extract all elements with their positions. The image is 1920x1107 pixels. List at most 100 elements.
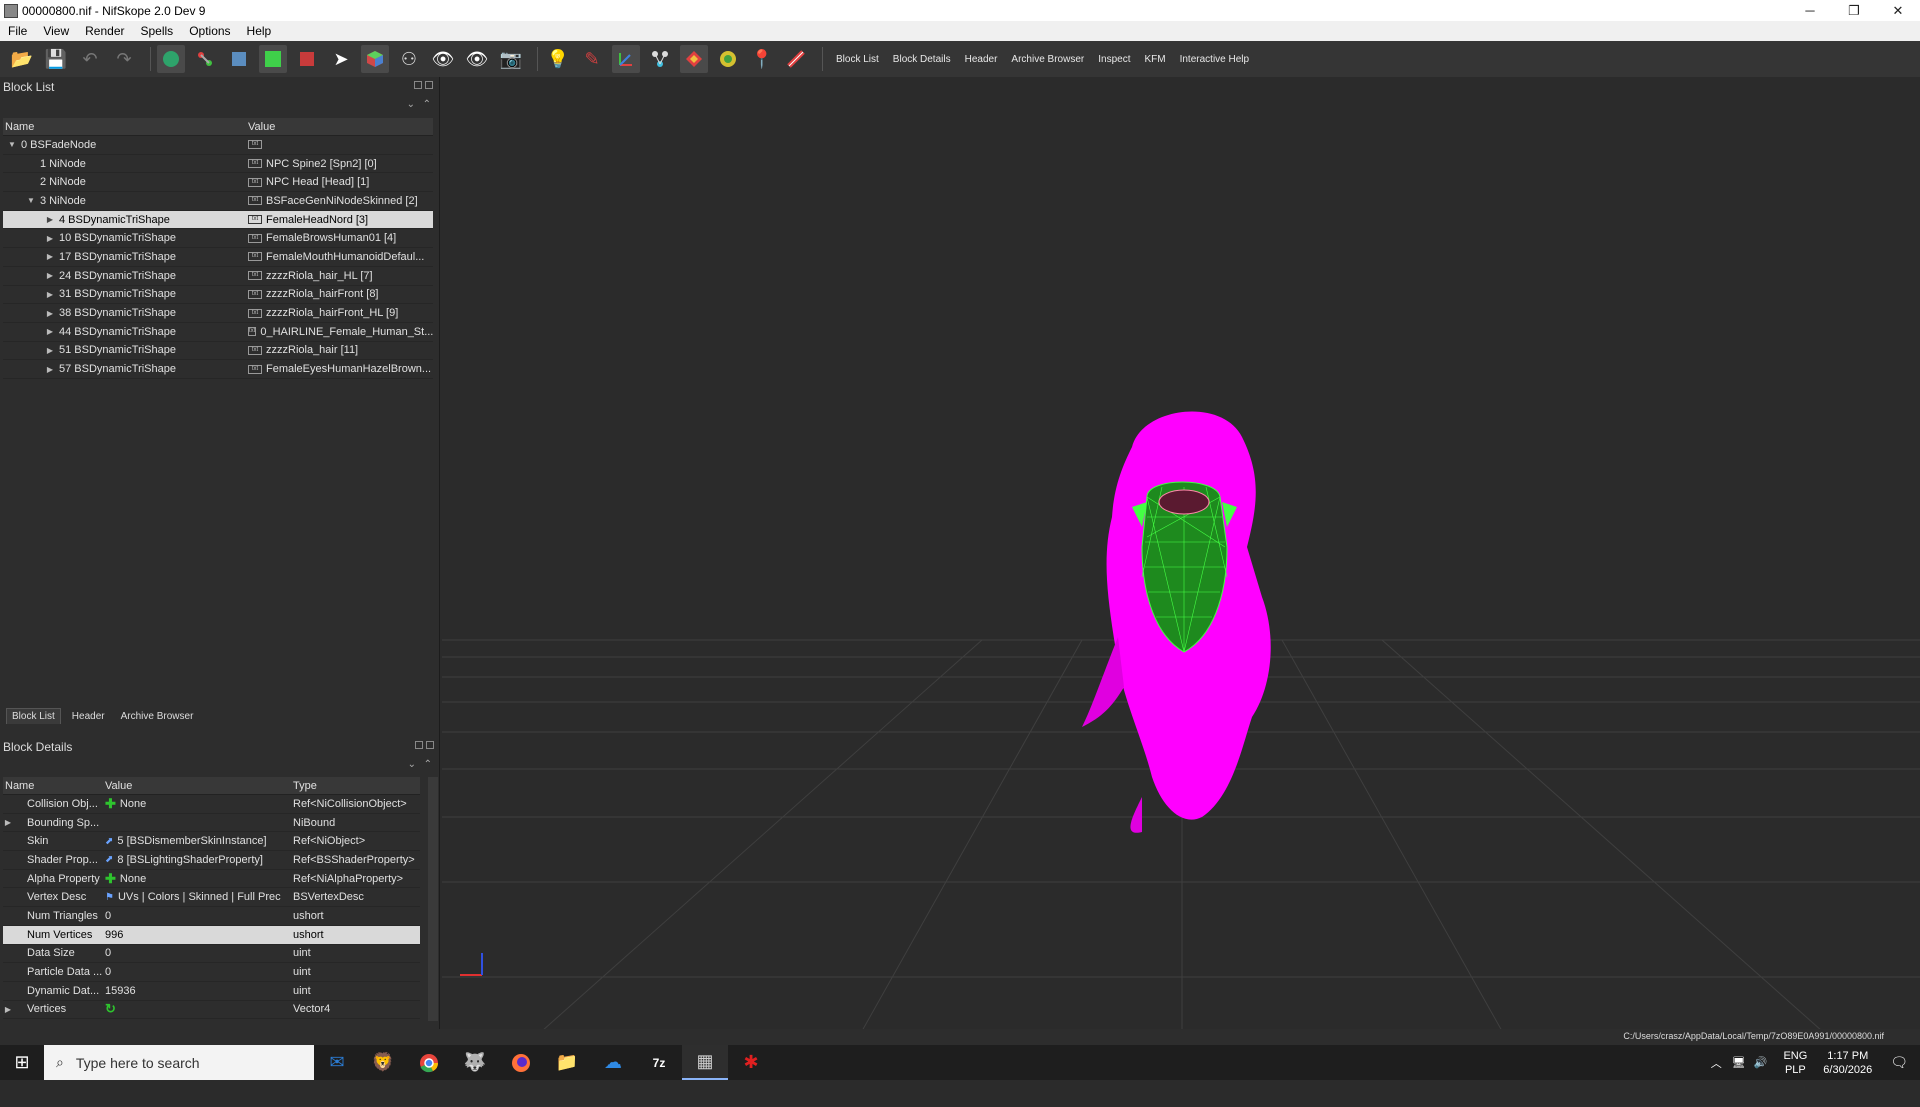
render-viewport[interactable] xyxy=(442,77,1920,1031)
expand-arrow-icon[interactable]: ▶ xyxy=(45,215,55,224)
view-top-icon[interactable] xyxy=(225,45,253,73)
pointer-icon[interactable]: ➤ xyxy=(327,45,355,73)
tab-archive-browser[interactable]: Archive Browser xyxy=(116,709,199,724)
detail-row-value[interactable]: 996 xyxy=(105,929,293,941)
detail-row-value[interactable]: ⬈ 5 [BSDismemberSkinInstance] xyxy=(105,835,293,847)
column-type[interactable]: Type xyxy=(293,780,420,792)
brush-icon[interactable]: ✎ xyxy=(578,45,606,73)
detail-row[interactable]: Num Vertices 996 ushort xyxy=(3,925,420,945)
collapse-all-icon[interactable]: ⌄ xyxy=(408,759,416,770)
detail-row-value[interactable]: ⬈ 8 [BSLightingShaderProperty] xyxy=(105,854,293,866)
detail-row[interactable]: ▶ Bounding Sp... NiBound xyxy=(3,814,420,833)
view-front-icon[interactable] xyxy=(259,45,287,73)
collapse-arrow-icon[interactable]: ▼ xyxy=(26,196,36,205)
detail-row[interactable]: Dynamic Dat... 15936 uint xyxy=(3,982,420,1001)
restore-icon[interactable]: ❐ xyxy=(1832,0,1876,21)
tree-row[interactable]: ▼ 0 BSFadeNode txt xyxy=(3,136,433,155)
tree-row[interactable]: ▶ 10 BSDynamicTriShape txt FemaleBrowsHuman… xyxy=(3,229,433,249)
expand-arrow-icon[interactable]: ▶ xyxy=(45,346,55,355)
expand-arrow-icon[interactable]: ▶ xyxy=(3,818,13,827)
detail-row[interactable]: Data Size 0 uint xyxy=(3,945,420,964)
undo-icon[interactable]: ↶ xyxy=(76,45,104,73)
textures-icon[interactable] xyxy=(714,45,742,73)
bone-icon[interactable] xyxy=(191,45,219,73)
marker-icon[interactable]: 📍 xyxy=(748,45,776,73)
column-value[interactable]: Value xyxy=(248,121,433,133)
column-name[interactable]: Name xyxy=(3,121,248,133)
notifications-icon[interactable]: 🗨 xyxy=(1890,1054,1908,1071)
detail-row[interactable]: Vertex Desc ⚑ UVs | Colors | Skinned | Ful… xyxy=(3,888,420,908)
toolbar-kfm[interactable]: KFM xyxy=(1137,54,1172,65)
wolf-app-icon[interactable]: 🐺 xyxy=(452,1045,498,1080)
lighting-icon[interactable]: 💡 xyxy=(544,45,572,73)
detail-row[interactable]: Shader Prop... ⬈ 8 [BSLightingShaderProper… xyxy=(3,851,420,870)
expand-arrow-icon[interactable]: ▶ xyxy=(45,365,55,374)
skeleton-icon[interactable] xyxy=(646,45,674,73)
details-scrollbar[interactable] xyxy=(428,777,438,1021)
dock-close-icon[interactable] xyxy=(425,81,433,89)
detail-row-value[interactable]: 0 xyxy=(105,910,293,922)
close-icon[interactable]: ✕ xyxy=(1876,0,1920,21)
taskbar-search[interactable]: ⌕ Type here to search xyxy=(44,1045,314,1080)
select-object-icon[interactable] xyxy=(157,45,185,73)
detail-row[interactable]: Num Triangles 0 ushort xyxy=(3,907,420,926)
tree-row[interactable]: ▶ 17 BSDynamicTriShape txt FemaleMouthHuman… xyxy=(3,248,433,267)
collision-icon[interactable] xyxy=(782,45,810,73)
outlook-icon[interactable]: ✉ xyxy=(314,1045,360,1080)
axes-icon[interactable] xyxy=(612,45,640,73)
network-icon[interactable]: 🖥 xyxy=(1732,1056,1746,1069)
expand-arrow-icon[interactable]: ▶ xyxy=(45,234,55,243)
detail-row-value[interactable]: 0 xyxy=(105,947,293,959)
menu-spells[interactable]: Spells xyxy=(133,24,182,38)
taskbar-clock[interactable]: 1:17 PM 6/30/2026 xyxy=(1823,1049,1872,1077)
toolbar-interactive-help[interactable]: Interactive Help xyxy=(1173,54,1256,65)
save-icon[interactable]: 💾 xyxy=(42,45,70,73)
vertex-colors-icon[interactable] xyxy=(680,45,708,73)
menu-help[interactable]: Help xyxy=(239,24,280,38)
detail-row-value[interactable]: 15936 xyxy=(105,985,293,997)
tab-block-list[interactable]: Block List xyxy=(6,708,61,724)
7zip-icon[interactable]: 7z xyxy=(636,1045,682,1080)
dock-close-icon[interactable] xyxy=(426,741,434,749)
menu-view[interactable]: View xyxy=(35,24,77,38)
scene-canvas[interactable] xyxy=(442,77,1920,1031)
detail-row[interactable]: Alpha Property ✚ None Ref<NiAlphaProperty> xyxy=(3,870,420,889)
tray-chevron-icon[interactable]: ︿ xyxy=(1711,1055,1722,1071)
collapse-all-icon[interactable]: ⌄ xyxy=(407,99,415,110)
detail-row[interactable]: Collision Obj... ✚ None Ref<NiCollisionObje… xyxy=(3,795,420,814)
detail-row-value[interactable]: ↻ xyxy=(105,1001,293,1017)
expand-arrow-icon[interactable]: ▶ xyxy=(45,290,55,299)
red-app-icon[interactable]: ✱ xyxy=(728,1045,774,1080)
tree-row[interactable]: ▶ 4 BSDynamicTriShape txt FemaleHeadNord [3… xyxy=(3,210,433,230)
firefox-icon[interactable] xyxy=(498,1045,544,1080)
cloud-app-icon[interactable]: ☁ xyxy=(590,1045,636,1080)
toolbar-header[interactable]: Header xyxy=(958,54,1005,65)
expand-arrow-icon[interactable]: ▶ xyxy=(3,1005,13,1014)
language-indicator[interactable]: ENG PLP xyxy=(1783,1049,1807,1077)
view-side-icon[interactable] xyxy=(293,45,321,73)
tree-row[interactable]: 2 NiNode txt NPC Head [Head] [1] xyxy=(3,173,433,193)
menu-file[interactable]: File xyxy=(0,24,35,38)
tree-row[interactable]: ▶ 57 BSDynamicTriShape txt FemaleEyesHumanH… xyxy=(3,360,433,379)
float-icon[interactable] xyxy=(415,741,423,749)
detail-row[interactable]: Skin ⬈ 5 [BSDismemberSkinInstance] Ref<NiOb… xyxy=(3,832,420,852)
detail-row-value[interactable]: ✚ None xyxy=(105,796,293,812)
perspective-cube-icon[interactable] xyxy=(361,45,389,73)
show-hidden-icon[interactable]: 👁 xyxy=(429,45,457,73)
tree-row[interactable]: ▼ 3 NiNode txt BSFaceGenNiNodeSkinned [2] xyxy=(3,192,433,211)
detail-row[interactable]: Particle Data ... 0 uint xyxy=(3,963,420,982)
detail-row-value[interactable]: ✚ None xyxy=(105,871,293,887)
toolbar-inspect[interactable]: Inspect xyxy=(1091,54,1137,65)
expand-up-icon[interactable]: ⌃ xyxy=(424,759,432,770)
expand-up-icon[interactable]: ⌃ xyxy=(423,99,431,110)
tree-row[interactable]: ▶ 38 BSDynamicTriShape txt zzzzRiola_hairFr… xyxy=(3,304,433,323)
tree-row[interactable]: ▶ 24 BSDynamicTriShape txt zzzzRiola_hair_H… xyxy=(3,267,433,286)
tree-row[interactable]: ▶ 51 BSDynamicTriShape txt zzzzRiola_hair [… xyxy=(3,342,433,361)
open-file-icon[interactable]: 📂 xyxy=(8,45,36,73)
detail-row-value[interactable]: ⚑ UVs | Colors | Skinned | Full Prec xyxy=(105,891,293,903)
volume-icon[interactable]: 🔊 xyxy=(1754,1056,1768,1069)
toolbar-block-list[interactable]: Block List xyxy=(829,54,886,65)
detail-row[interactable]: ▶ Vertices ↻ Vector4 xyxy=(3,1001,420,1020)
toolbar-block-details[interactable]: Block Details xyxy=(886,54,958,65)
column-name[interactable]: Name xyxy=(3,780,105,792)
